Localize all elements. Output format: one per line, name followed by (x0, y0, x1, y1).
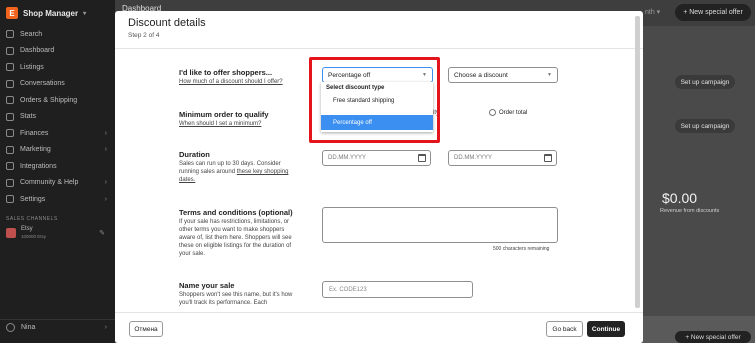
sidebar-item-label: Listings (20, 63, 44, 71)
go-back-button[interactable]: Go back (546, 321, 583, 337)
sidebar-header[interactable]: E Shop Manager ▾ (0, 0, 115, 26)
discount-amount-placeholder: Choose a discount (454, 71, 508, 79)
campaign-panel (643, 26, 755, 316)
sidebar-item-label: Settings (20, 195, 46, 203)
bank-icon (6, 129, 14, 138)
sidebar-item-label: Community & Help (20, 179, 79, 187)
avatar (6, 323, 15, 332)
radio-circle (489, 109, 496, 116)
sidebar-item-stats[interactable]: Stats (0, 109, 115, 126)
start-date-input[interactable]: DD.MM.YYYY (322, 150, 431, 166)
highlight-box (309, 57, 440, 143)
sale-name-help: Shoppers won't see this name, but it's h… (179, 292, 293, 306)
terms-help: If your sale has restrictions, limitatio… (179, 219, 292, 257)
calendar-icon[interactable] (418, 154, 426, 162)
sidebar-item-settings[interactable]: Settings › (0, 191, 115, 208)
search-icon (6, 30, 14, 39)
sidebar-item-orders[interactable]: Orders & Shipping (0, 92, 115, 109)
duration-help: Sales can run up to 30 days. Consider ru… (179, 160, 299, 184)
scrollbar[interactable] (635, 16, 640, 308)
orders-icon (6, 96, 14, 105)
modal-title: Discount details (128, 17, 206, 29)
modal-footer: Отмена Go back Continue (115, 312, 643, 343)
sidebar-item-label: Conversations (20, 80, 65, 88)
new-special-offer-button[interactable]: + New special offer (675, 331, 751, 343)
terms-textarea[interactable] (322, 207, 558, 243)
revenue-amount: $0.00 (662, 190, 698, 206)
sidebar-item-label: Dashboard (20, 47, 55, 55)
sidebar-item-community[interactable]: Community & Help › (0, 175, 115, 192)
stats-icon (6, 112, 14, 121)
account-menu[interactable]: Nina › (0, 319, 115, 335)
discount-amount-select[interactable]: Choose a discount ▼ (448, 67, 558, 83)
home-icon (6, 46, 14, 55)
sale-name-placeholder: Ex. CODE123 (329, 286, 367, 293)
terms-title: Terms and conditions (optional) (179, 208, 293, 217)
community-icon (6, 178, 14, 187)
chevron-right-icon: › (104, 179, 107, 187)
order-total-radio[interactable]: Order total (489, 109, 527, 116)
grid-icon (6, 162, 14, 171)
continue-button[interactable]: Continue (587, 321, 625, 337)
sidebar-item-label: Integrations (20, 162, 57, 170)
period-select[interactable]: nth ▾ (645, 8, 660, 16)
sidebar-item-label: Finances (20, 129, 49, 137)
sidebar-item-label: Search (20, 30, 43, 38)
chevron-right-icon: › (104, 129, 107, 137)
sidebar-item-search[interactable]: Search (0, 26, 115, 43)
minimum-order-help-link[interactable]: When should I set a minimum? (179, 120, 261, 128)
sidebar-item-finances[interactable]: Finances › (0, 125, 115, 142)
start-date-placeholder: DD.MM.YYYY (328, 155, 367, 161)
characters-remaining: 500 characters remaining (493, 246, 550, 252)
sidebar: E Shop Manager ▾ Search Dashboard Listin… (0, 0, 115, 343)
chevron-right-icon: › (104, 324, 107, 331)
sidebar-item-label: Orders & Shipping (20, 96, 78, 104)
sale-name-title: Name your sale (179, 281, 235, 290)
shop-name: Etsy (21, 225, 33, 232)
sidebar-item-dashboard[interactable]: Dashboard (0, 43, 115, 60)
modal-step: Step 2 of 4 (128, 32, 160, 39)
setup-campaign-button[interactable]: Set up campaign (675, 119, 735, 133)
sidebar-item-conversations[interactable]: Conversations (0, 76, 115, 93)
shop-subtitle: 100000 Etsy (21, 233, 47, 239)
new-special-offer-button[interactable]: + New special offer (675, 4, 751, 21)
sales-channel-etsy[interactable]: Etsy 100000 Etsy ✎ (0, 224, 115, 242)
chevron-right-icon: › (104, 195, 107, 203)
chat-icon (6, 79, 14, 88)
gear-icon (6, 195, 14, 204)
chevron-down-icon: ▾ (83, 10, 87, 17)
chevron-down-icon: ▼ (547, 72, 552, 78)
edit-icon[interactable]: ✎ (99, 229, 105, 237)
offer-help-link[interactable]: How much of a discount should I offer? (179, 78, 283, 86)
sidebar-item-marketing[interactable]: Marketing › (0, 142, 115, 159)
app-title: Shop Manager (23, 8, 79, 18)
etsy-logo-icon: E (6, 7, 18, 19)
sale-name-input[interactable]: Ex. CODE123 (322, 281, 473, 298)
order-total-label: Order total (499, 109, 528, 116)
end-date-input[interactable]: DD.MM.YYYY (448, 150, 557, 166)
setup-campaign-button[interactable]: Set up campaign (675, 75, 735, 89)
calendar-icon[interactable] (544, 154, 552, 162)
divider (115, 48, 643, 49)
cancel-button[interactable]: Отмена (129, 321, 163, 337)
chevron-right-icon: › (104, 146, 107, 154)
sales-channels-heading: SALES CHANNELS (6, 215, 58, 222)
listings-icon (6, 63, 14, 72)
shop-avatar (6, 227, 16, 238)
end-date-placeholder: DD.MM.YYYY (454, 155, 493, 161)
revenue-label: Revenue from discounts (660, 208, 720, 214)
megaphone-icon (6, 145, 14, 154)
sidebar-item-label: Stats (20, 113, 36, 121)
offer-title: I'd like to offer shoppers... (179, 68, 273, 77)
account-name: Nina (21, 324, 36, 331)
sidebar-item-listings[interactable]: Listings (0, 59, 115, 76)
sidebar-item-integrations[interactable]: Integrations (0, 158, 115, 175)
sidebar-item-label: Marketing (20, 146, 51, 154)
duration-title: Duration (179, 150, 210, 159)
minimum-order-title: Minimum order to qualify (179, 110, 269, 119)
